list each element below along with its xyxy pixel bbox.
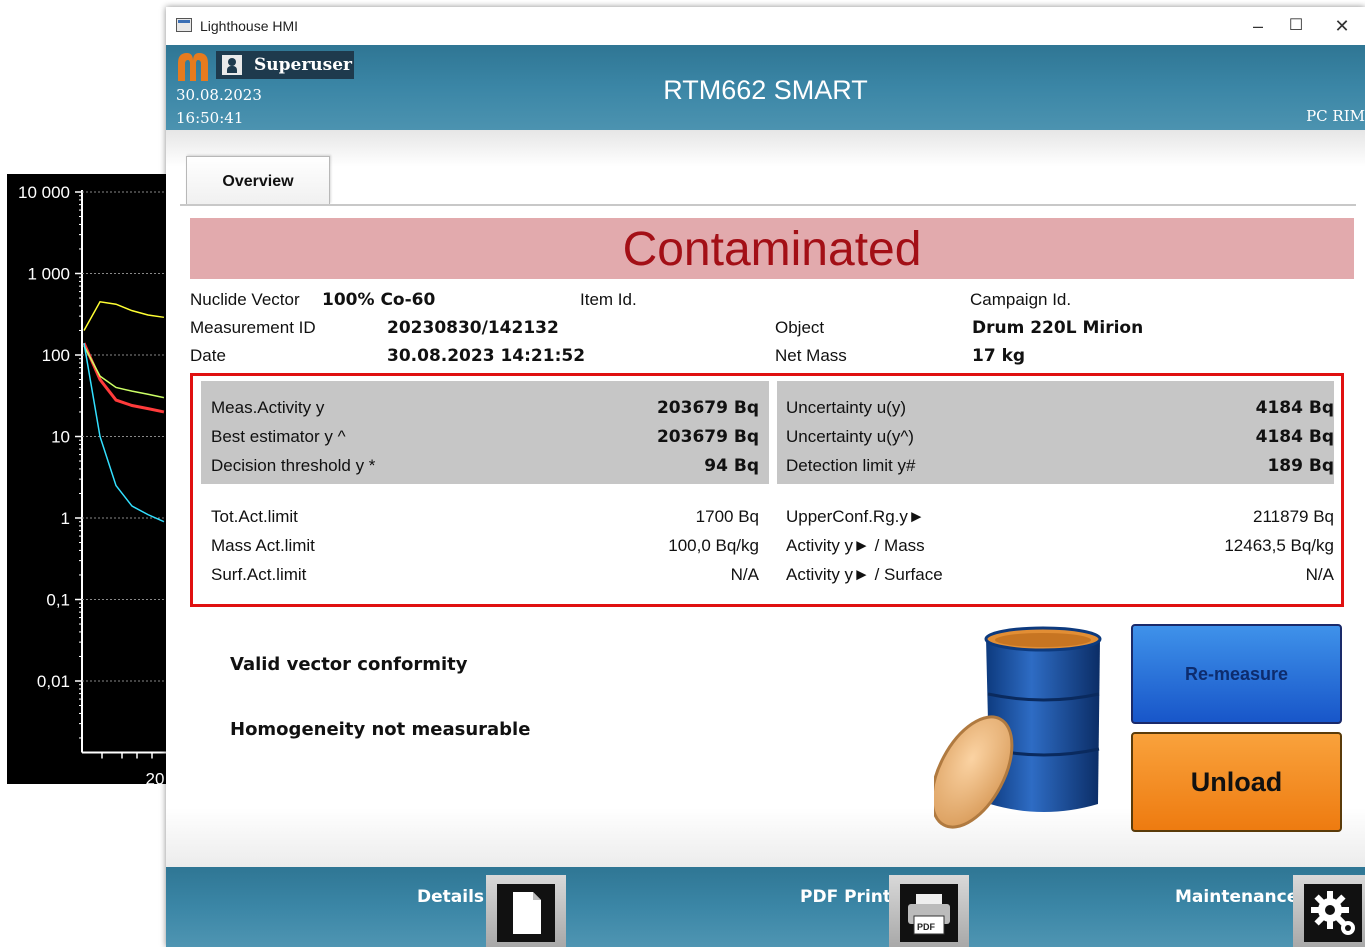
net-mass-label: Net Mass (775, 346, 847, 365)
measurement-id-label: Measurement ID (190, 318, 316, 337)
uncertainty-yhat-value: 4184 Bq (1255, 427, 1334, 447)
app-icon (176, 18, 192, 32)
vector-conformity-message: Valid vector conformity (230, 654, 468, 675)
details-label: Details (417, 887, 485, 907)
maintenance-button[interactable] (1293, 875, 1365, 947)
decision-threshold-value: 94 Bq (704, 456, 759, 476)
footer-bar: Details PDF Print PDF Maintenance (166, 867, 1365, 947)
hmi-window: Lighthouse HMI – ☐ ✕ Superuser 30.08.202… (166, 7, 1365, 947)
title-bar: Lighthouse HMI – ☐ ✕ (166, 7, 1365, 45)
tab-underline (180, 204, 1356, 206)
x-tick-label: 20 (146, 770, 165, 785)
object-value: Drum 220L Mirion (972, 318, 1144, 338)
results-panel: Meas.Activity y 203679 Bq Best estimator… (190, 373, 1344, 607)
upper-conf-value: 211879 Bq (1253, 507, 1334, 526)
maximize-icon[interactable]: ☐ (1273, 11, 1319, 41)
maintenance-label: Maintenance (1175, 887, 1299, 907)
surf-act-limit-value: N/A (730, 565, 759, 584)
status-banner: Contaminated (190, 218, 1354, 279)
y-tick-label: 100 (42, 346, 70, 365)
activity-mass-label: Activity y► / Mass (786, 536, 925, 555)
best-estimator-value: 203679 Bq (656, 427, 759, 447)
detection-limit-label: Detection limit y# (786, 456, 916, 475)
y-tick-label: 0,1 (46, 591, 70, 610)
net-mass-value: 17 kg (972, 346, 1026, 366)
upper-conf-label: UpperConf.Rg.y► (786, 507, 925, 526)
background-chart-window: 10 000 1 000 100 10 1 0,1 0,01 20 (7, 174, 167, 784)
nuclide-vector-value: 100% Co-60 (322, 290, 436, 310)
pdf-print-button[interactable]: PDF (889, 875, 969, 947)
homogeneity-message: Homogeneity not measurable (230, 719, 531, 740)
drum-icon (934, 626, 1102, 829)
y-tick-label: 1 000 (27, 265, 70, 284)
tot-act-limit-label: Tot.Act.limit (211, 507, 298, 526)
re-measure-button[interactable]: Re-measure (1131, 624, 1342, 724)
tot-act-limit-value: 1700 Bq (695, 507, 759, 526)
details-button[interactable] (486, 875, 566, 947)
y-tick-label: 10 (51, 428, 70, 447)
user-icon (222, 55, 242, 75)
gear-icon (1304, 884, 1362, 942)
activity-surface-label: Activity y► / Surface (786, 565, 943, 584)
activity-surface-value: N/A (1305, 565, 1334, 584)
best-estimator-label: Best estimator y ^ (211, 427, 346, 446)
document-icon (497, 884, 555, 942)
y-tick-label: 0,01 (37, 672, 70, 691)
series-line (83, 300, 165, 331)
pc-name: PC RIM (1306, 107, 1365, 125)
nuclide-vector-label: Nuclide Vector (190, 290, 300, 309)
meas-activity-value: 203679 Bq (656, 398, 759, 418)
meas-activity-label: Meas.Activity y (211, 398, 325, 417)
mass-act-limit-label: Mass Act.limit (211, 536, 315, 555)
user-name: Superuser (254, 55, 352, 75)
pdf-badge: PDF (917, 922, 935, 932)
header-time: 16:50:41 (176, 109, 244, 127)
surf-act-limit-label: Surf.Act.limit (211, 565, 307, 584)
activity-mass-value: 12463,5 Bq/kg (1224, 536, 1334, 555)
date-label: Date (190, 346, 226, 365)
detection-limit-value: 189 Bq (1267, 456, 1334, 476)
y-tick-label: 1 (61, 509, 70, 528)
object-label: Object (775, 318, 825, 337)
item-id-label: Item Id. (580, 290, 637, 309)
uncertainty-yhat-label: Uncertainty u(y^) (786, 427, 914, 446)
mass-act-limit-value: 100,0 Bq/kg (668, 536, 759, 555)
uncertainty-y-label: Uncertainty u(y) (786, 398, 906, 417)
log-chart: 10 000 1 000 100 10 1 0,1 0,01 20 (18, 183, 167, 785)
unload-button[interactable]: Unload (1131, 732, 1342, 832)
close-icon[interactable]: ✕ (1319, 11, 1365, 41)
app-header: Superuser 30.08.2023 16:50:41 RTM662 SMA… (166, 45, 1365, 130)
campaign-id-label: Campaign Id. (970, 290, 1072, 309)
measurement-id-value: 20230830/142132 (387, 318, 559, 338)
y-tick-label: 10 000 (18, 183, 70, 202)
uncertainty-y-value: 4184 Bq (1255, 398, 1334, 418)
window-title: Lighthouse HMI (200, 18, 299, 34)
tab-overview[interactable]: Overview (186, 156, 330, 204)
decision-threshold-label: Decision threshold y * (211, 456, 376, 475)
device-title: RTM662 SMART (663, 75, 868, 105)
series-line (82, 342, 165, 414)
date-value: 30.08.2023 14:21:52 (387, 346, 586, 366)
printer-icon: PDF (900, 884, 958, 942)
pdf-print-label: PDF Print (800, 887, 892, 907)
